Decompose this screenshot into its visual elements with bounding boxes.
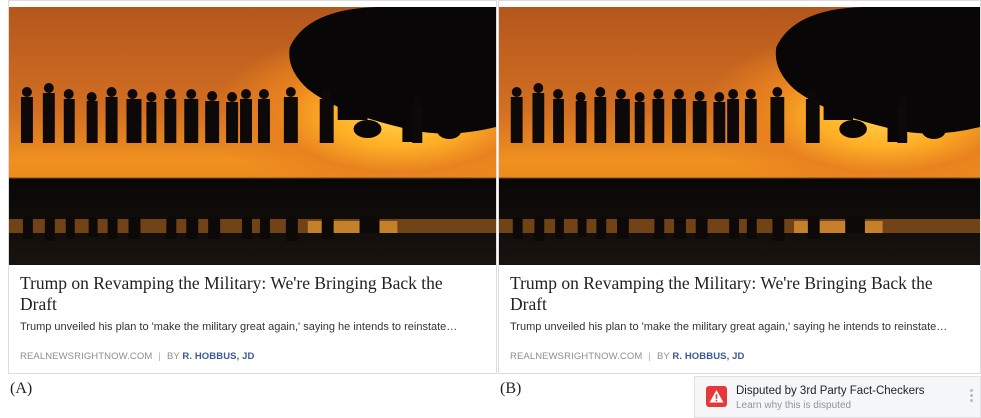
news-card-a[interactable]: Trump on Revamping the Military: We're B… <box>8 0 497 374</box>
byline-prefix: BY <box>656 351 670 362</box>
dispute-title: Disputed by 3rd Party Fact-Checkers <box>736 385 925 397</box>
warning-icon <box>706 386 727 407</box>
article-photo[interactable] <box>9 7 496 265</box>
article-summary: Trump unveiled his plan to 'make the mil… <box>510 321 948 333</box>
author-name[interactable]: R. HOBBUS, JD <box>672 351 744 362</box>
article-photo[interactable] <box>499 7 980 265</box>
more-options-icon[interactable] <box>970 389 974 405</box>
article-summary: Trump unveiled his plan to 'make the mil… <box>20 321 458 333</box>
article-source: REALNEWSRIGHTNOW.COM | BY R. HOBBUS, JD <box>510 351 744 362</box>
source-separator: | <box>158 351 161 362</box>
author-name[interactable]: R. HOBBUS, JD <box>182 351 254 362</box>
learn-why-link[interactable]: Learn why this is disputed <box>736 400 851 411</box>
soldiers-silhouette-image <box>9 7 496 241</box>
source-domain[interactable]: REALNEWSRIGHTNOW.COM <box>20 351 152 362</box>
byline-prefix: BY <box>166 351 180 362</box>
caption-a: (A) <box>10 380 33 397</box>
soldiers-silhouette-image <box>499 7 980 241</box>
news-card-b[interactable]: Trump on Revamping the Military: We're B… <box>498 0 981 374</box>
article-headline[interactable]: Trump on Revamping the Military: We're B… <box>20 273 480 315</box>
dispute-banner[interactable]: Disputed by 3rd Party Fact-Checkers Lear… <box>694 376 981 418</box>
source-separator: | <box>648 351 651 362</box>
caption-b: (B) <box>500 380 522 397</box>
article-headline[interactable]: Trump on Revamping the Military: We're B… <box>510 273 970 315</box>
article-source: REALNEWSRIGHTNOW.COM | BY R. HOBBUS, JD <box>20 351 254 362</box>
source-domain[interactable]: REALNEWSRIGHTNOW.COM <box>510 351 642 362</box>
